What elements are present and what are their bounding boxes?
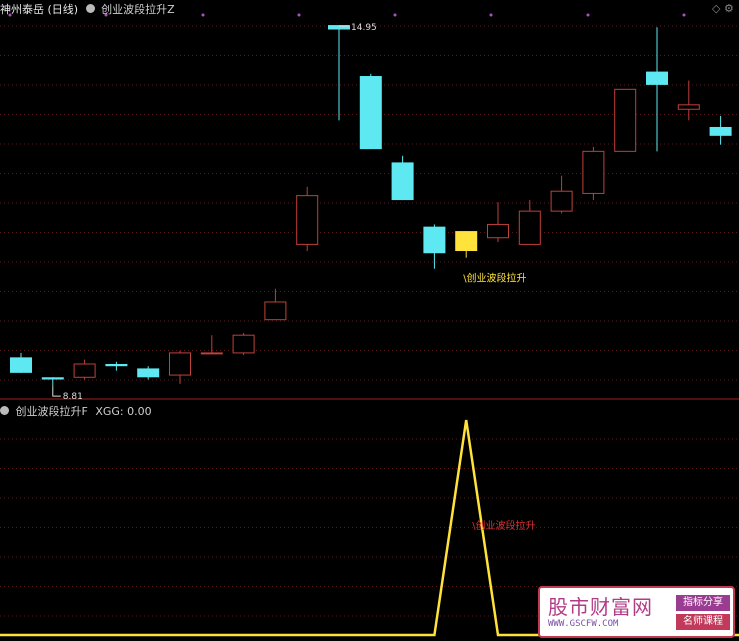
candle-body[interactable]	[614, 88, 637, 152]
candle-body[interactable]	[709, 126, 732, 136]
period-marker	[489, 13, 493, 17]
candle-body[interactable]	[10, 357, 32, 373]
watermark-tag-course: 名师课程	[676, 614, 730, 630]
candle-body[interactable]	[359, 76, 382, 150]
period-marker	[297, 13, 301, 17]
candle-body[interactable]	[518, 210, 541, 245]
candle-body[interactable]	[296, 195, 319, 245]
watermark-logo: 股市财富网 WWW.GSCFW.COM 指标分享 名师课程	[538, 586, 735, 638]
candle-body[interactable]	[487, 223, 509, 239]
candle-body[interactable]	[264, 301, 287, 321]
watermark-url: WWW.GSCFW.COM	[548, 619, 619, 629]
watermark-title: 股市财富网	[548, 595, 653, 619]
candle-body[interactable]	[391, 162, 414, 201]
candle-body[interactable]	[137, 368, 160, 378]
period-marker	[201, 13, 205, 17]
candle-body[interactable]	[41, 377, 64, 380]
signal-label: \创业波段拉升	[463, 272, 526, 285]
sub-indicator-name[interactable]: 创业波段拉升F	[16, 405, 88, 418]
stock-title: 神州泰岳 (日线)	[0, 3, 79, 16]
period-marker	[393, 13, 397, 17]
high-price-label: 14.95	[351, 23, 377, 33]
window-controls: ◇ ⚙	[712, 2, 734, 15]
candle-body[interactable]	[582, 150, 605, 194]
settings-gear-icon[interactable]: ⚙	[724, 2, 734, 15]
candle-body[interactable]	[105, 363, 128, 367]
main-chart-header: 神州泰岳 (日线) 创业波段拉升Z	[0, 1, 175, 17]
candle-body[interactable]	[550, 190, 573, 212]
low-marker	[52, 386, 61, 397]
period-marker	[682, 13, 686, 17]
candle-body[interactable]	[455, 231, 478, 252]
indicator-settings-icon[interactable]	[85, 4, 95, 13]
sub-signal-label: \创业波段拉升	[472, 519, 535, 532]
sub-indicator-settings-icon[interactable]	[0, 406, 9, 415]
low-price-label: 8.81	[63, 392, 83, 402]
candle-body[interactable]	[169, 352, 191, 376]
watermark-tag-indicator: 指标分享	[676, 595, 730, 611]
candle-body[interactable]	[423, 226, 446, 254]
candle-body[interactable]	[646, 71, 668, 85]
sub-chart-header: 创业波段拉升F XGG: 0.00	[0, 403, 152, 419]
candle-body[interactable]	[232, 334, 255, 354]
candle-body[interactable]	[73, 363, 96, 378]
candle-body[interactable]	[677, 104, 700, 110]
sub-indicator-value: XGG: 0.00	[95, 405, 152, 418]
main-indicator-name[interactable]: 创业波段拉升Z	[101, 3, 175, 16]
period-marker	[586, 13, 590, 17]
chart-canvas: \创业波段拉升 14.95 8.81 \创业波段拉升	[0, 13, 739, 637]
diamond-icon[interactable]: ◇	[712, 2, 720, 15]
candle-body[interactable]	[200, 352, 223, 355]
